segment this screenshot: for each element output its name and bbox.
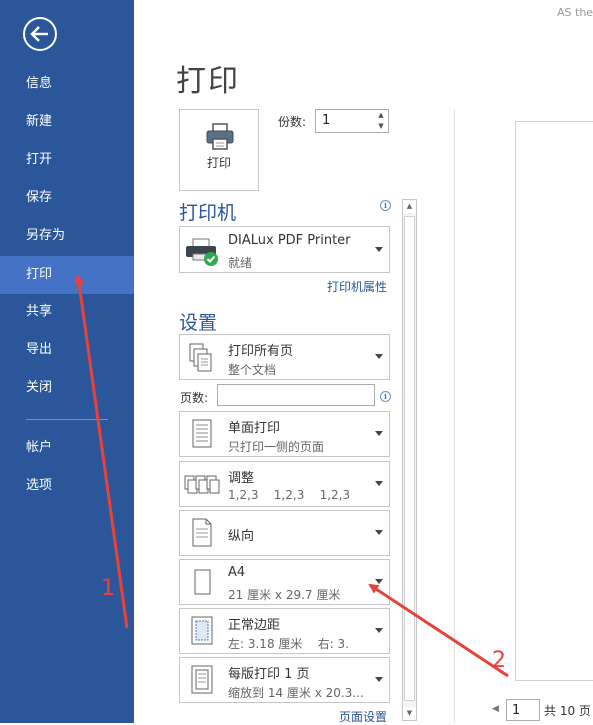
sidebar-item-save[interactable]: 保存 xyxy=(0,179,134,217)
current-page-input[interactable]: 1 xyxy=(506,699,540,721)
pages-input[interactable] xyxy=(217,384,375,406)
orientation-title: 纵向 xyxy=(228,529,255,544)
sidebar-item-account[interactable]: 帐户 xyxy=(0,429,134,467)
sidebar-item-export[interactable]: 导出 xyxy=(0,331,134,369)
settings-scrollbar[interactable]: ▲ ▼ xyxy=(402,199,417,721)
sidebar-item-info[interactable]: 信息 xyxy=(0,65,134,103)
margins-title: 正常边距 xyxy=(228,618,281,633)
info-icon[interactable]: i xyxy=(380,391,391,402)
page-total-label: 共 10 页 xyxy=(544,704,591,718)
pages-per-sheet-title: 每版打印 1 页 xyxy=(228,667,310,682)
portrait-page-icon xyxy=(192,518,212,547)
margins-select[interactable]: 正常边距 左: 3.18 厘米 右: 3. xyxy=(179,608,390,654)
page-setup-link[interactable]: 页面设置 xyxy=(339,708,387,725)
printer-name: DIALux PDF Printer xyxy=(228,233,351,248)
sidebar-item-options[interactable]: 选项 xyxy=(0,467,134,505)
annotation-label-2: 2 xyxy=(492,648,506,673)
printer-properties-link[interactable]: 打印机属性 xyxy=(327,278,387,295)
collate-subtitle: 1,2,3 1,2,3 1,2,3 xyxy=(228,488,351,502)
annotation-label-1: 1 xyxy=(101,576,115,601)
sidebar-item-close[interactable]: 关闭 xyxy=(0,369,134,407)
chevron-down-icon xyxy=(375,628,383,633)
sidebar-divider xyxy=(26,419,108,420)
sides-title: 单面打印 xyxy=(228,421,281,436)
sidebar-item-new[interactable]: 新建 xyxy=(0,103,134,141)
printer-status: 就绪 xyxy=(228,256,253,270)
pages-per-sheet-icon xyxy=(191,665,213,694)
spin-down-icon[interactable]: ▼ xyxy=(374,121,388,132)
pages-icon xyxy=(189,343,212,372)
scroll-up-icon[interactable]: ▲ xyxy=(403,200,416,213)
copies-label: 份数: xyxy=(278,115,307,129)
chevron-down-icon xyxy=(375,481,383,486)
previous-page-icon[interactable]: ◀ xyxy=(492,704,499,714)
margins-icon xyxy=(191,616,213,645)
backstage-sidebar: 信息 新建 打开 保存 另存为 打印 共享 导出 关闭 帐户 选项 xyxy=(0,0,134,723)
settings-heading: 设置 xyxy=(179,312,218,334)
printer-device-icon xyxy=(186,238,218,266)
chevron-down-icon xyxy=(375,530,383,535)
pages-per-sheet-subtitle: 缩放到 14 厘米 x 20.3... xyxy=(228,686,364,700)
print-preview-page xyxy=(515,121,593,681)
single-sided-icon xyxy=(192,419,212,448)
print-button-label: 打印 xyxy=(206,156,231,170)
chevron-down-icon xyxy=(375,246,383,252)
sidebar-item-share[interactable]: 共享 xyxy=(0,293,134,331)
scroll-down-icon[interactable]: ▼ xyxy=(403,707,416,720)
paper-size-title: A4 xyxy=(228,565,246,580)
paper-size-icon xyxy=(194,569,211,595)
sides-select[interactable]: 单面打印 只打印一侧的页面 xyxy=(179,411,390,457)
printer-select[interactable]: DIALux PDF Printer 就绪 xyxy=(179,226,390,273)
info-icon[interactable]: i xyxy=(380,200,391,211)
back-arrow-icon[interactable] xyxy=(22,16,58,52)
print-range-select[interactable]: 打印所有页 整个文档 xyxy=(179,334,390,380)
printer-heading: 打印机 xyxy=(179,202,237,224)
printer-icon xyxy=(206,123,234,150)
chevron-down-icon xyxy=(375,354,383,359)
print-range-subtitle: 整个文档 xyxy=(228,363,277,377)
print-range-title: 打印所有页 xyxy=(228,344,294,359)
copies-stepper[interactable]: 1 ▲ ▼ xyxy=(315,109,389,133)
pages-label: 页数: xyxy=(180,391,209,405)
window-title-fragment: AS the xyxy=(557,6,593,19)
spin-up-icon[interactable]: ▲ xyxy=(374,110,388,121)
orientation-select[interactable]: 纵向 xyxy=(179,510,390,556)
scrollbar-thumb[interactable] xyxy=(404,216,415,701)
sides-subtitle: 只打印一侧的页面 xyxy=(228,440,325,454)
annotation-arrow-2 xyxy=(368,583,509,678)
chevron-down-icon xyxy=(375,431,383,436)
sidebar-item-save-as[interactable]: 另存为 xyxy=(0,217,134,255)
paper-size-subtitle: 21 厘米 x 29.7 厘米 xyxy=(228,588,341,602)
chevron-down-icon xyxy=(375,677,383,682)
sidebar-item-open[interactable]: 打开 xyxy=(0,141,134,179)
paper-size-select[interactable]: A4 21 厘米 x 29.7 厘米 xyxy=(179,559,390,605)
pages-per-sheet-select[interactable]: 每版打印 1 页 缩放到 14 厘米 x 20.3... xyxy=(179,657,390,703)
chevron-down-icon xyxy=(375,579,383,584)
collate-title: 调整 xyxy=(228,471,255,486)
current-page-value[interactable]: 1 xyxy=(512,703,520,718)
collate-select[interactable]: 调整 1,2,3 1,2,3 1,2,3 xyxy=(179,461,390,507)
page-title: 打印 xyxy=(176,64,240,99)
print-button[interactable]: 打印 xyxy=(179,109,259,191)
copies-value[interactable]: 1 xyxy=(322,113,330,128)
collated-icon xyxy=(184,475,220,494)
preview-divider xyxy=(454,109,455,723)
sidebar-item-print[interactable]: 打印 xyxy=(0,256,134,294)
margins-subtitle: 左: 3.18 厘米 右: 3. xyxy=(228,637,349,651)
